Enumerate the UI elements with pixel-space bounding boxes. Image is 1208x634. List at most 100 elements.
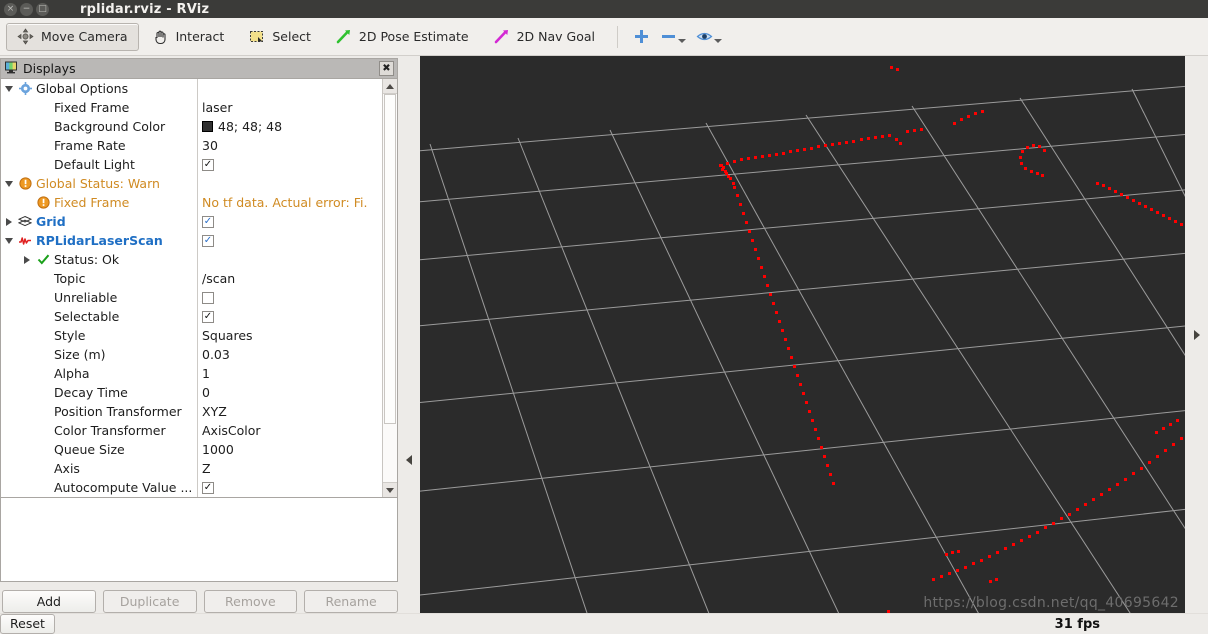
property-value-cell[interactable]: laser <box>197 100 382 115</box>
remove-button[interactable]: Remove <box>203 590 298 613</box>
property-value-cell[interactable]: ✓ <box>197 481 382 494</box>
close-icon[interactable]: ✖ <box>379 61 394 76</box>
property-value-cell[interactable] <box>197 291 382 304</box>
property-label: Default Light <box>54 157 135 172</box>
property-value-cell[interactable]: XYZ <box>197 404 382 419</box>
property-checkbox[interactable]: ✓ <box>202 481 214 494</box>
property-checkbox[interactable] <box>202 291 214 304</box>
display-property-row[interactable]: Fixed Frame No tf data. Actual error: Fi. <box>1 193 382 212</box>
window-minimize-button[interactable]: − <box>20 2 33 16</box>
property-name-cell: Background Color <box>1 117 197 136</box>
property-value-cell[interactable]: 48; 48; 48 <box>197 119 382 134</box>
display-property-row[interactable]: Fixed Frame laser <box>1 98 382 117</box>
display-property-row[interactable]: Global Status: Warn <box>1 174 382 193</box>
property-checkbox[interactable]: ✓ <box>202 234 214 247</box>
display-property-row[interactable]: Autocompute Value ... ✓ <box>1 478 382 497</box>
property-value-text: /scan <box>202 271 236 286</box>
display-property-row[interactable]: Selectable ✓ <box>1 307 382 326</box>
property-value-cell[interactable]: AxisColor <box>197 423 382 438</box>
add-button[interactable]: Add <box>2 590 96 613</box>
tool-2d-nav-goal[interactable]: 2D Nav Goal <box>482 23 606 51</box>
property-value-cell[interactable]: ✓ <box>197 310 382 323</box>
window-close-button[interactable]: × <box>4 2 17 16</box>
display-property-row[interactable]: Status: Ok <box>1 250 382 269</box>
duplicate-button[interactable]: Duplicate <box>102 590 197 613</box>
hand-icon <box>152 28 169 45</box>
display-property-row[interactable]: Style Squares <box>1 326 382 345</box>
property-name-cell: Position Transformer <box>1 402 197 421</box>
display-property-row[interactable]: Color Transformer AxisColor <box>1 421 382 440</box>
property-value-text: 0.03 <box>202 347 230 362</box>
property-value-text: 0 <box>202 385 210 400</box>
property-checkbox[interactable]: ✓ <box>202 310 214 323</box>
tool-move-camera[interactable]: Move Camera <box>6 22 139 51</box>
tool-select[interactable]: Select <box>237 23 322 51</box>
property-name-cell: Autocompute Value ... <box>1 478 197 497</box>
property-label: Frame Rate <box>54 138 126 153</box>
display-property-row[interactable]: RPLidarLaserScan ✓ <box>1 231 382 250</box>
expander-collapse-icon[interactable] <box>1 237 17 244</box>
property-value-cell[interactable]: Squares <box>197 328 382 343</box>
property-checkbox[interactable]: ✓ <box>202 215 214 228</box>
display-property-row[interactable]: Alpha 1 <box>1 364 382 383</box>
expander-collapse-icon[interactable] <box>1 180 17 187</box>
expander-expand-icon[interactable] <box>1 217 17 226</box>
display-property-row[interactable]: Global Options <box>1 79 382 98</box>
property-value-cell[interactable]: Z <box>197 461 382 476</box>
triangle-up-icon <box>386 83 394 89</box>
property-value-cell[interactable]: 0 <box>197 385 382 400</box>
right-splitter-handle[interactable] <box>1185 56 1208 613</box>
display-property-row[interactable]: Size (m) 0.03 <box>1 345 382 364</box>
scrollbar-track[interactable] <box>383 94 397 482</box>
property-name-cell: Color Transformer <box>1 421 197 440</box>
display-property-row[interactable]: Default Light ✓ <box>1 155 382 174</box>
property-value-cell[interactable]: /scan <box>197 271 382 286</box>
property-checkbox[interactable]: ✓ <box>202 158 214 171</box>
property-value-cell[interactable]: No tf data. Actual error: Fi. <box>197 195 382 210</box>
tool-interact[interactable]: Interact <box>141 23 236 51</box>
window-maximize-button[interactable]: □ <box>36 2 49 16</box>
property-value-cell[interactable]: ✓ <box>197 234 382 247</box>
property-label: Grid <box>36 214 66 229</box>
display-property-row[interactable]: Position Transformer XYZ <box>1 402 382 421</box>
property-value-cell[interactable]: 1 <box>197 366 382 381</box>
display-property-row[interactable]: Background Color 48; 48; 48 <box>1 117 382 136</box>
displays-scrollbar[interactable] <box>382 79 397 497</box>
display-property-row[interactable]: Queue Size 1000 <box>1 440 382 459</box>
display-property-row[interactable]: Axis Z <box>1 459 382 478</box>
display-property-row[interactable]: Unreliable <box>1 288 382 307</box>
property-name-cell: RPLidarLaserScan <box>1 231 197 250</box>
reset-button[interactable]: Reset <box>0 613 55 634</box>
display-property-row[interactable]: Topic/scan <box>1 269 382 288</box>
add-tool-button[interactable] <box>629 28 654 45</box>
scrollbar-thumb[interactable] <box>384 94 396 424</box>
property-label: Size (m) <box>54 347 106 362</box>
displays-tree[interactable]: Global Options Fixed Frame laser Background… <box>1 79 382 497</box>
property-value-text: XYZ <box>202 404 227 419</box>
3d-render-view[interactable]: https://blog.csdn.net/qq_40695642 <box>420 56 1185 613</box>
expander-expand-icon[interactable] <box>19 255 35 264</box>
expander-collapse-icon[interactable] <box>1 85 17 92</box>
chevron-down-icon[interactable] <box>714 39 722 43</box>
display-property-row[interactable]: Grid ✓ <box>1 212 382 231</box>
scroll-down-button[interactable] <box>383 482 397 497</box>
select-rect-icon <box>248 28 265 45</box>
left-splitter-handle[interactable] <box>398 56 420 613</box>
displays-button-row: Add Duplicate Remove Rename <box>0 590 398 613</box>
property-name-cell: Queue Size <box>1 440 197 459</box>
property-value-cell[interactable]: 30 <box>197 138 382 153</box>
property-value-cell[interactable]: 1000 <box>197 442 382 457</box>
property-value-cell[interactable]: 0.03 <box>197 347 382 362</box>
remove-tool-button[interactable] <box>656 28 690 45</box>
tool-2d-pose-estimate[interactable]: 2D Pose Estimate <box>324 23 480 51</box>
views-button[interactable] <box>692 28 726 45</box>
displays-panel-header: Displays ✖ <box>1 59 397 79</box>
scroll-up-button[interactable] <box>383 79 397 94</box>
display-property-row[interactable]: Decay Time 0 <box>1 383 382 402</box>
chevron-down-icon[interactable] <box>678 39 686 43</box>
display-property-row[interactable]: Frame Rate 30 <box>1 136 382 155</box>
color-swatch[interactable] <box>202 121 213 132</box>
property-value-cell[interactable]: ✓ <box>197 215 382 228</box>
rename-button[interactable]: Rename <box>304 590 398 613</box>
property-value-cell[interactable]: ✓ <box>197 158 382 171</box>
